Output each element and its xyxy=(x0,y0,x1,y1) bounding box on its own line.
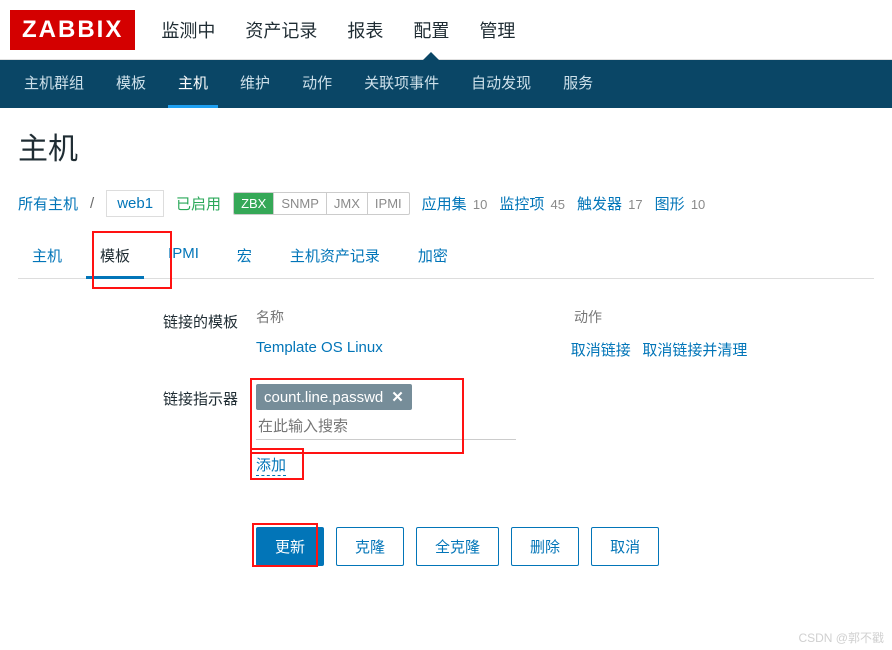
graphs-count: 10 xyxy=(691,197,705,212)
tab-templates[interactable]: 模板 xyxy=(86,235,144,279)
linked-templates-header-action: 动作 xyxy=(574,307,602,327)
breadcrumb-sep: / xyxy=(90,195,94,212)
tab-encryption[interactable]: 加密 xyxy=(404,235,462,278)
graphs-link[interactable]: 图形 xyxy=(655,196,685,213)
remove-token-icon[interactable]: ✕ xyxy=(391,388,404,406)
status-enabled: 已启用 xyxy=(176,193,221,214)
triggers-link[interactable]: 触发器 xyxy=(577,196,622,213)
triggers-count: 17 xyxy=(628,197,642,212)
breadcrumb: 所有主机 / web1 已启用 ZBX SNMP JMX IPMI 应用集 10… xyxy=(18,190,874,217)
subnav-services[interactable]: 服务 xyxy=(553,60,603,108)
tab-host[interactable]: 主机 xyxy=(18,235,76,278)
topnav-reports[interactable]: 报表 xyxy=(343,0,387,61)
linked-templates-label: 链接的模板 xyxy=(18,307,256,360)
linked-template-name[interactable]: Template OS Linux xyxy=(256,339,383,360)
badge-snmp: SNMP xyxy=(274,193,327,214)
breadcrumb-all-hosts[interactable]: 所有主机 xyxy=(18,193,78,214)
breadcrumb-host-name[interactable]: web1 xyxy=(106,190,164,217)
badge-jmx: JMX xyxy=(327,193,368,214)
update-button[interactable]: 更新 xyxy=(256,527,324,566)
page-title: 主机 xyxy=(18,124,874,168)
unlink-link[interactable]: 取消链接 xyxy=(571,342,631,359)
badge-ipmi: IPMI xyxy=(368,193,409,214)
clone-button[interactable]: 克隆 xyxy=(336,527,404,566)
tab-ipmi[interactable]: IPMI xyxy=(154,235,213,278)
linked-templates-header-name: 名称 xyxy=(256,307,284,327)
subnav-hostgroups[interactable]: 主机群组 xyxy=(14,60,94,108)
items-link[interactable]: 监控项 xyxy=(499,196,544,213)
applications-count: 10 xyxy=(473,197,487,212)
host-tabs: 主机 模板 IPMI 宏 主机资产记录 加密 xyxy=(18,235,874,279)
topnav-configuration[interactable]: 配置 xyxy=(409,0,453,61)
cancel-button[interactable]: 取消 xyxy=(591,527,659,566)
top-nav: 监测中 资产记录 报表 配置 管理 xyxy=(157,0,519,61)
availability-badges: ZBX SNMP JMX IPMI xyxy=(233,192,410,215)
link-indicator-label: 链接指示器 xyxy=(18,384,256,475)
topnav-monitoring[interactable]: 监测中 xyxy=(157,0,219,61)
zabbix-logo[interactable]: ZABBIX xyxy=(10,10,135,50)
subnav-maintenance[interactable]: 维护 xyxy=(230,60,280,108)
subnav-hosts[interactable]: 主机 xyxy=(168,60,218,108)
subnav-discovery[interactable]: 自动发现 xyxy=(461,60,541,108)
sub-nav: 主机群组 模板 主机 维护 动作 关联项事件 自动发现 服务 xyxy=(0,60,892,108)
topnav-administration[interactable]: 管理 xyxy=(475,0,519,61)
tab-inventory[interactable]: 主机资产记录 xyxy=(276,235,394,278)
subnav-correlation[interactable]: 关联项事件 xyxy=(354,60,449,108)
template-token[interactable]: count.line.passwd ✕ xyxy=(256,384,412,410)
applications-link[interactable]: 应用集 xyxy=(422,196,467,213)
template-token-label: count.line.passwd xyxy=(264,389,383,406)
badge-zbx: ZBX xyxy=(234,193,274,214)
items-count: 45 xyxy=(551,197,565,212)
tab-macros[interactable]: 宏 xyxy=(223,235,266,278)
watermark: CSDN @郭不戳 xyxy=(798,629,884,646)
subnav-templates[interactable]: 模板 xyxy=(106,60,156,108)
full-clone-button[interactable]: 全克隆 xyxy=(416,527,499,566)
delete-button[interactable]: 删除 xyxy=(511,527,579,566)
template-search-input[interactable] xyxy=(256,410,516,440)
topnav-inventory[interactable]: 资产记录 xyxy=(241,0,321,61)
subnav-actions[interactable]: 动作 xyxy=(292,60,342,108)
unlink-clear-link[interactable]: 取消链接并清理 xyxy=(642,342,747,359)
add-template-link[interactable]: 添加 xyxy=(256,457,286,476)
